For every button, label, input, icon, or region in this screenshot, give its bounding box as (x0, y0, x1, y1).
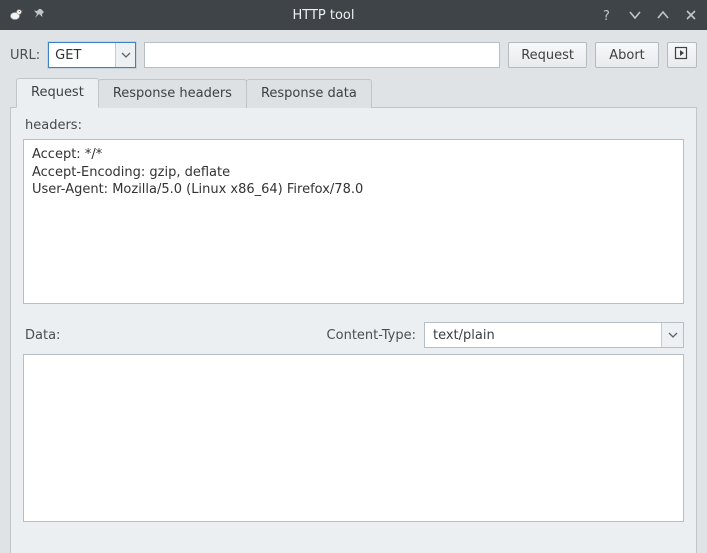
send-icon-button[interactable] (667, 42, 697, 68)
http-method-value: GET (49, 43, 115, 67)
chevron-down-icon[interactable] (115, 43, 135, 67)
app-icon (8, 7, 24, 23)
close-icon[interactable] (683, 7, 699, 23)
data-textarea[interactable] (23, 354, 684, 522)
send-icon (674, 46, 690, 64)
http-method-combo[interactable]: GET (48, 42, 136, 68)
tab-response-data[interactable]: Response data (246, 79, 372, 108)
window-title: HTTP tool (48, 8, 599, 23)
data-label: Data: (25, 328, 60, 343)
maximize-icon[interactable] (655, 7, 671, 23)
help-icon[interactable]: ? (599, 7, 615, 23)
content-type-value: text/plain (425, 323, 661, 347)
url-row: URL: GET Request Abort (10, 42, 697, 68)
chevron-down-icon[interactable] (661, 323, 683, 347)
client-area: URL: GET Request Abort Request Response … (0, 30, 707, 553)
url-label: URL: (10, 48, 40, 63)
headers-label: headers: (25, 118, 684, 133)
abort-button[interactable]: Abort (595, 42, 659, 68)
tab-request[interactable]: Request (16, 78, 99, 108)
url-input[interactable] (144, 42, 500, 68)
request-panel: headers: Data: Content-Type: text/plain (10, 108, 697, 553)
svg-text:?: ? (603, 9, 610, 22)
minimize-icon[interactable] (627, 7, 643, 23)
pin-icon[interactable] (32, 7, 48, 23)
request-button[interactable]: Request (508, 42, 587, 68)
tabstrip: Request Response headers Response data (10, 78, 697, 108)
titlebar: HTTP tool ? (0, 0, 707, 30)
headers-textarea[interactable] (23, 139, 684, 304)
data-row: Data: Content-Type: text/plain (23, 322, 684, 348)
content-type-combo[interactable]: text/plain (424, 322, 684, 348)
content-type-label: Content-Type: (327, 328, 416, 343)
tab-response-headers[interactable]: Response headers (98, 79, 247, 108)
